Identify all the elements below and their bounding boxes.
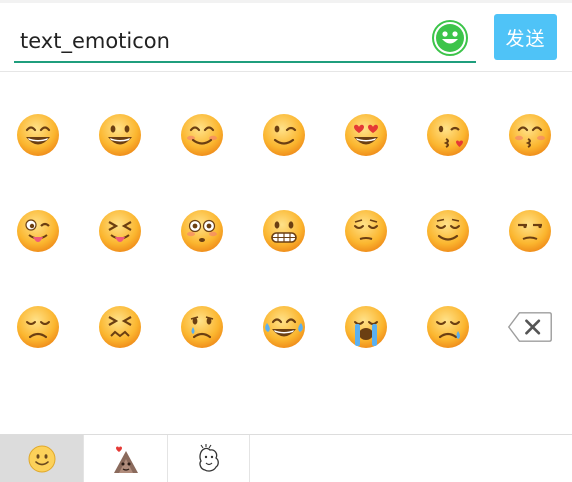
heart-eyes-face-icon	[345, 114, 387, 156]
tab-sticker-pack[interactable]	[84, 435, 168, 482]
emoji-key[interactable]	[420, 107, 476, 163]
wink-face-icon	[263, 114, 305, 156]
emoji-key[interactable]	[338, 299, 394, 355]
emoji-key[interactable]	[92, 107, 148, 163]
blush-face-icon	[181, 114, 223, 156]
sleepy-face-icon	[427, 306, 469, 348]
emoji-key[interactable]	[10, 299, 66, 355]
emoji-toggle-button[interactable]	[432, 20, 468, 56]
pensive-face-icon	[345, 210, 387, 252]
sob-face-icon	[345, 306, 387, 348]
smiley-tab-icon	[28, 445, 55, 473]
joy-face-icon	[263, 306, 305, 348]
emoji-panel	[0, 73, 572, 435]
emoji-key[interactable]	[256, 107, 312, 163]
kissing-heart-face-icon	[427, 114, 469, 156]
emoji-key[interactable]	[174, 203, 230, 259]
confounded-face-icon	[99, 306, 141, 348]
stuck-out-tongue-closed-eyes-face-icon	[99, 210, 141, 252]
emoji-key[interactable]	[92, 299, 148, 355]
emoji-key[interactable]	[174, 299, 230, 355]
unamused-face-icon	[509, 210, 551, 252]
emoji-key[interactable]	[502, 203, 558, 259]
grinning-face-icon	[17, 114, 59, 156]
emoji-key[interactable]	[502, 107, 558, 163]
emoji-key[interactable]	[10, 203, 66, 259]
message-text-value: text_emoticon	[20, 29, 170, 53]
emoji-category-tab-bar	[0, 434, 572, 482]
stuck-out-tongue-winking-face-icon	[17, 210, 59, 252]
emoji-key[interactable]	[10, 107, 66, 163]
tab-sticker-sketch[interactable]	[168, 435, 250, 482]
smiley-face-icon	[99, 114, 141, 156]
emoji-key[interactable]	[338, 107, 394, 163]
emoji-key[interactable]	[174, 107, 230, 163]
sticker-pack-icon	[113, 446, 138, 473]
sticker-sketch-icon	[198, 444, 219, 472]
grimacing-face-icon	[263, 210, 305, 252]
emoji-key[interactable]	[420, 203, 476, 259]
send-button[interactable]: 发送	[494, 14, 557, 60]
emoji-key[interactable]	[256, 203, 312, 259]
backspace-key[interactable]	[502, 299, 558, 355]
emoji-key[interactable]	[256, 299, 312, 355]
tab-smileys[interactable]	[0, 435, 84, 482]
message-input-bar: text_emoticon 发送	[0, 3, 572, 72]
message-text-field[interactable]: text_emoticon	[14, 21, 476, 63]
disappointed-face-icon	[17, 306, 59, 348]
emoji-key[interactable]	[338, 203, 394, 259]
backspace-icon	[507, 312, 552, 342]
emoji-key[interactable]	[92, 203, 148, 259]
relieved-face-icon	[427, 210, 469, 252]
flushed-face-icon	[181, 210, 223, 252]
kissing-closed-eyes-face-icon	[509, 114, 551, 156]
emoji-key[interactable]	[420, 299, 476, 355]
crying-face-icon	[181, 306, 223, 348]
smiley-toggle-icon	[436, 24, 464, 52]
